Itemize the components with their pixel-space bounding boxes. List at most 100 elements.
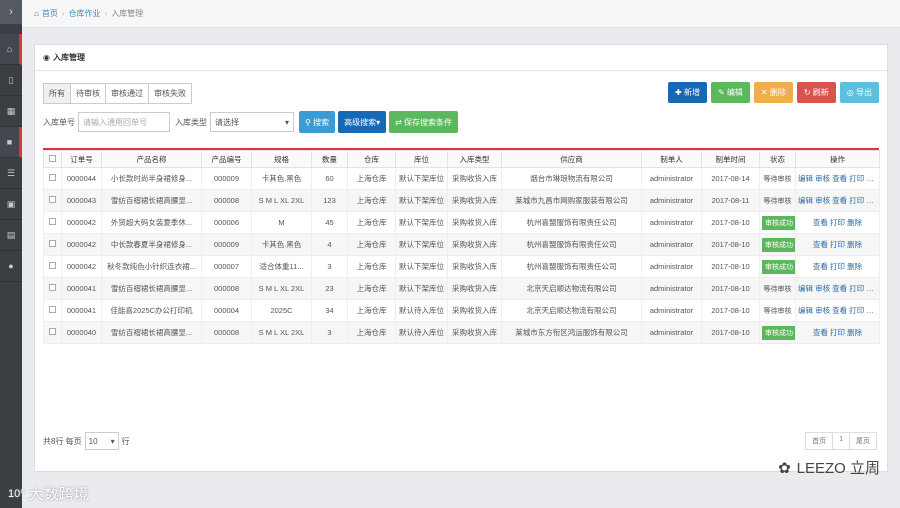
tab-approved[interactable]: 审核通过 <box>105 83 149 104</box>
tab-all[interactable]: 所有 <box>43 83 71 104</box>
tab-pending[interactable]: 待审核 <box>70 83 106 104</box>
cell-op[interactable]: 编辑 审核 查看 打印 删除 <box>795 189 880 212</box>
cell-op[interactable]: 编辑 审核 查看 打印 删除 <box>795 167 880 190</box>
checkbox[interactable] <box>49 218 56 225</box>
row-actions-links[interactable]: 查看 打印 删除 <box>813 240 862 249</box>
column-header[interactable]: 仓库 <box>347 150 396 168</box>
first-page-button[interactable]: 首页 <box>805 432 834 450</box>
search-button[interactable]: ⚲ 搜索 <box>299 111 336 133</box>
cell-op[interactable]: 查看 打印 删除 <box>795 211 880 234</box>
row-actions-links[interactable]: 编辑 审核 查看 打印 删除 <box>798 284 879 293</box>
sidebar-item-home[interactable]: ⌂ <box>0 34 22 65</box>
add-button[interactable]: ✚ 新增 <box>668 82 707 103</box>
cell-loc: 默认下架库位 <box>395 211 448 234</box>
sidebar-item-grid[interactable]: ▦ <box>0 96 22 127</box>
column-header[interactable]: 供应商 <box>501 150 642 168</box>
report-icon: ▤ <box>6 229 16 240</box>
cell-op[interactable]: 编辑 审核 查看 打印 删除 <box>795 299 880 322</box>
inbound-no-input[interactable]: 请输入通用回单号 <box>78 112 170 132</box>
row-actions-links[interactable]: 查看 打印 删除 <box>813 262 862 271</box>
column-header[interactable]: 产品名称 <box>101 150 202 168</box>
page-size-select[interactable]: 10 ▾ <box>84 432 119 450</box>
export-button[interactable]: ◎ 导出 <box>839 82 879 103</box>
checkbox[interactable] <box>49 328 56 335</box>
sidebar-item-picture[interactable]: ▣ <box>0 189 22 220</box>
row-select-cell[interactable] <box>43 321 62 344</box>
checkbox[interactable] <box>49 262 56 269</box>
export-button-label: 导出 <box>856 88 872 97</box>
cell-creator: administrator <box>641 233 702 256</box>
breadcrumb-level1[interactable]: 仓库作业 <box>69 8 101 19</box>
column-header[interactable]: 产品编号 <box>201 150 252 168</box>
table-row[interactable]: 0000043 雪纺百褶裙长裙高腰显... 000008 S M L XL 2XL 12… <box>43 189 880 212</box>
column-header[interactable]: 制单时间 <box>701 150 760 168</box>
table-row[interactable]: 0000042 外贸超大码女装夏季休... 000006 M 45 上海仓库 默认下架库位采… <box>43 211 880 234</box>
sidebar-item-bookmark[interactable]: ▯ <box>0 65 22 96</box>
cell-wh: 上海仓库 <box>347 299 396 322</box>
cell-op[interactable]: 查看 打印 删除 <box>795 233 880 256</box>
row-select-cell[interactable] <box>43 277 62 300</box>
cell-code: 000004 <box>201 299 252 322</box>
sidebar-toggle-button[interactable]: › <box>0 0 22 24</box>
save-search-button[interactable]: ⇄ 保存搜索条件 <box>389 111 459 133</box>
row-actions-links[interactable]: 编辑 审核 查看 打印 删除 <box>798 196 879 205</box>
column-header[interactable]: 库位 <box>395 150 448 168</box>
column-header[interactable]: 规格 <box>251 150 312 168</box>
table-row[interactable]: 0000044 小长款时尚半身裙修身... 000009 卡其色.黑色 60 上海仓库 默认… <box>43 167 880 190</box>
cell-creator: administrator <box>641 277 702 300</box>
checkbox[interactable] <box>49 306 56 313</box>
table-row[interactable]: 0000041 雪纺百褶裙长裙高腰显... 000008 S M L XL 2XL 23… <box>43 277 880 300</box>
status-badge: 等待审核 <box>763 285 792 293</box>
column-header[interactable]: 状态 <box>759 150 796 168</box>
table-row[interactable]: 0000042 秋冬款纯色小针织连衣裙... 000007 适合体重11... 3 上海仓… <box>43 255 880 278</box>
table-row[interactable]: 0000040 雪纺百褶裙长裙高腰显... 000008 S M L XL 2XL 3 上… <box>43 321 880 344</box>
sidebar-item-warehouse[interactable]: ■ <box>0 127 22 158</box>
home-icon: ⌂ <box>34 9 39 18</box>
tab-rejected[interactable]: 审核失败 <box>148 83 192 104</box>
refresh-button[interactable]: ↻ 刷新 <box>796 82 836 103</box>
row-select-cell[interactable] <box>43 167 62 190</box>
row-actions-links[interactable]: 查看 打印 删除 <box>813 328 862 337</box>
row-actions-links[interactable]: 查看 打印 删除 <box>813 218 862 227</box>
current-page-button[interactable]: 1 <box>832 432 850 450</box>
advanced-search-button[interactable]: 高级搜索 ▾ <box>338 111 387 133</box>
table-row[interactable]: 0000041 佳能喜2025C办公打印机 000004 2025C 34 上海仓库 默认待… <box>43 299 880 322</box>
breadcrumb-home[interactable]: 首页 <box>42 8 58 19</box>
sidebar-item-user[interactable]: ● <box>0 251 22 282</box>
checkbox[interactable] <box>49 196 56 203</box>
column-header[interactable]: 制单人 <box>641 150 702 168</box>
last-page-button[interactable]: 尾页 <box>849 432 877 450</box>
cell-date: 2017-08-10 <box>701 299 760 322</box>
row-select-cell[interactable] <box>43 299 62 322</box>
checkbox[interactable] <box>49 240 56 247</box>
cell-op[interactable]: 查看 打印 删除 <box>795 321 880 344</box>
breadcrumb: ⌂ 首页 › 仓库作业 › 入库管理 <box>22 0 900 28</box>
row-select-cell[interactable] <box>43 233 62 256</box>
row-select-cell[interactable] <box>43 189 62 212</box>
cell-op[interactable]: 查看 打印 删除 <box>795 255 880 278</box>
delete-button[interactable]: ✕ 删除 <box>753 82 793 103</box>
sidebar-item-list[interactable]: ☰ <box>0 158 22 189</box>
checkbox[interactable] <box>49 174 56 181</box>
cell-code: 000007 <box>201 255 252 278</box>
row-select-cell[interactable] <box>43 211 62 234</box>
column-header[interactable]: 入库类型 <box>447 150 502 168</box>
header-select-all[interactable] <box>43 150 62 168</box>
checkbox[interactable] <box>49 284 56 291</box>
cell-op[interactable]: 编辑 审核 查看 打印 删除 <box>795 277 880 300</box>
row-actions-links[interactable]: 编辑 审核 查看 打印 删除 <box>798 174 879 183</box>
column-header[interactable]: 订单号 <box>61 150 102 168</box>
column-header[interactable]: 数量 <box>311 150 348 168</box>
sidebar-item-report[interactable]: ▤ <box>0 220 22 251</box>
row-select-cell[interactable] <box>43 255 62 278</box>
caret-down-icon: ▾ <box>376 117 381 127</box>
search-icon: ⚲ <box>305 117 314 127</box>
row-actions-links[interactable]: 编辑 审核 查看 打印 删除 <box>798 306 879 315</box>
breadcrumb-separator: › <box>104 9 108 18</box>
panel-title-text: 入库管理 <box>52 53 85 62</box>
edit-button[interactable]: ✎ 编辑 <box>710 82 750 103</box>
filter-bar: 入库单号 请输入通用回单号 入库类型 请选择 ▾ ⚲ 搜索 高级搜索 ▾ ⇄ 保存搜… <box>43 111 459 133</box>
table-row[interactable]: 0000042 中长款春夏半身裙修身... 000009 卡其色.黑色 4 上海仓库 默认下… <box>43 233 880 256</box>
inbound-type-select[interactable]: 请选择 ▾ <box>210 112 294 132</box>
checkbox[interactable] <box>49 154 56 162</box>
